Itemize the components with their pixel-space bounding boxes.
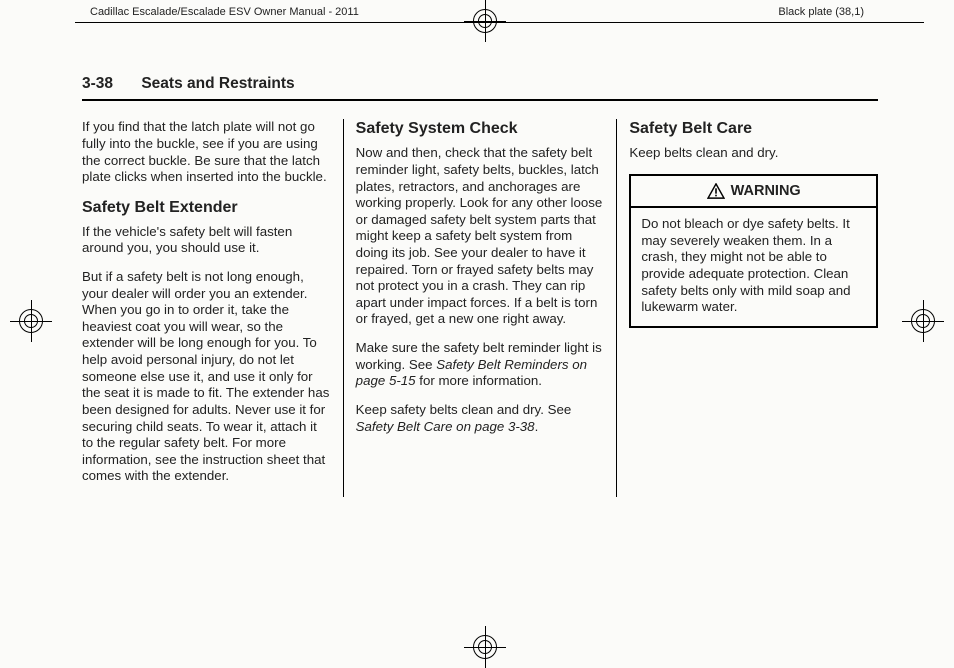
- warning-header: WARNING: [631, 176, 876, 208]
- column-3: Safety Belt Care Keep belts clean and dr…: [616, 119, 878, 497]
- content-frame: 3-38 Seats and Restraints If you find th…: [82, 74, 878, 614]
- heading-safety-belt-extender: Safety Belt Extender: [82, 198, 331, 218]
- page: Cadillac Escalade/Escalade ESV Owner Man…: [0, 0, 954, 668]
- warning-body: Do not bleach or dye safety belts. It ma…: [631, 208, 876, 326]
- body-text-span: Keep safety belts clean and dry. See: [356, 402, 572, 417]
- body-text: If you find that the latch plate will no…: [82, 119, 331, 185]
- body-text: Now and then, check that the safety belt…: [356, 145, 605, 328]
- body-text: If the vehicle's safety belt will fasten…: [82, 224, 331, 257]
- plate-label: Black plate (38,1): [778, 6, 864, 20]
- cross-reference: Safety Belt Care on page 3‑38: [356, 419, 535, 434]
- warning-triangle-icon: [707, 183, 725, 199]
- heading-safety-belt-care: Safety Belt Care: [629, 119, 878, 139]
- registration-mark-icon: [464, 626, 506, 668]
- registration-mark-icon: [10, 300, 52, 342]
- body-text-span: for more information.: [416, 373, 542, 388]
- running-head: 3-38 Seats and Restraints: [82, 74, 878, 101]
- registration-mark-icon: [902, 300, 944, 342]
- warning-title: WARNING: [731, 182, 801, 200]
- body-text: But if a safety belt is not long enough,…: [82, 269, 331, 485]
- page-number: 3-38: [82, 74, 113, 93]
- body-text: Keep belts clean and dry.: [629, 145, 878, 162]
- column-1: If you find that the latch plate will no…: [82, 119, 343, 497]
- columns: If you find that the latch plate will no…: [82, 119, 878, 497]
- registration-mark-icon: [464, 0, 506, 42]
- body-text-span: .: [535, 419, 539, 434]
- body-text: Make sure the safety belt reminder light…: [356, 340, 605, 390]
- column-2: Safety System Check Now and then, check …: [343, 119, 617, 497]
- warning-box: WARNING Do not bleach or dye safety belt…: [629, 174, 878, 328]
- heading-safety-system-check: Safety System Check: [356, 119, 605, 139]
- section-title: Seats and Restraints: [141, 75, 294, 92]
- body-text: Keep safety belts clean and dry. See Saf…: [356, 402, 605, 435]
